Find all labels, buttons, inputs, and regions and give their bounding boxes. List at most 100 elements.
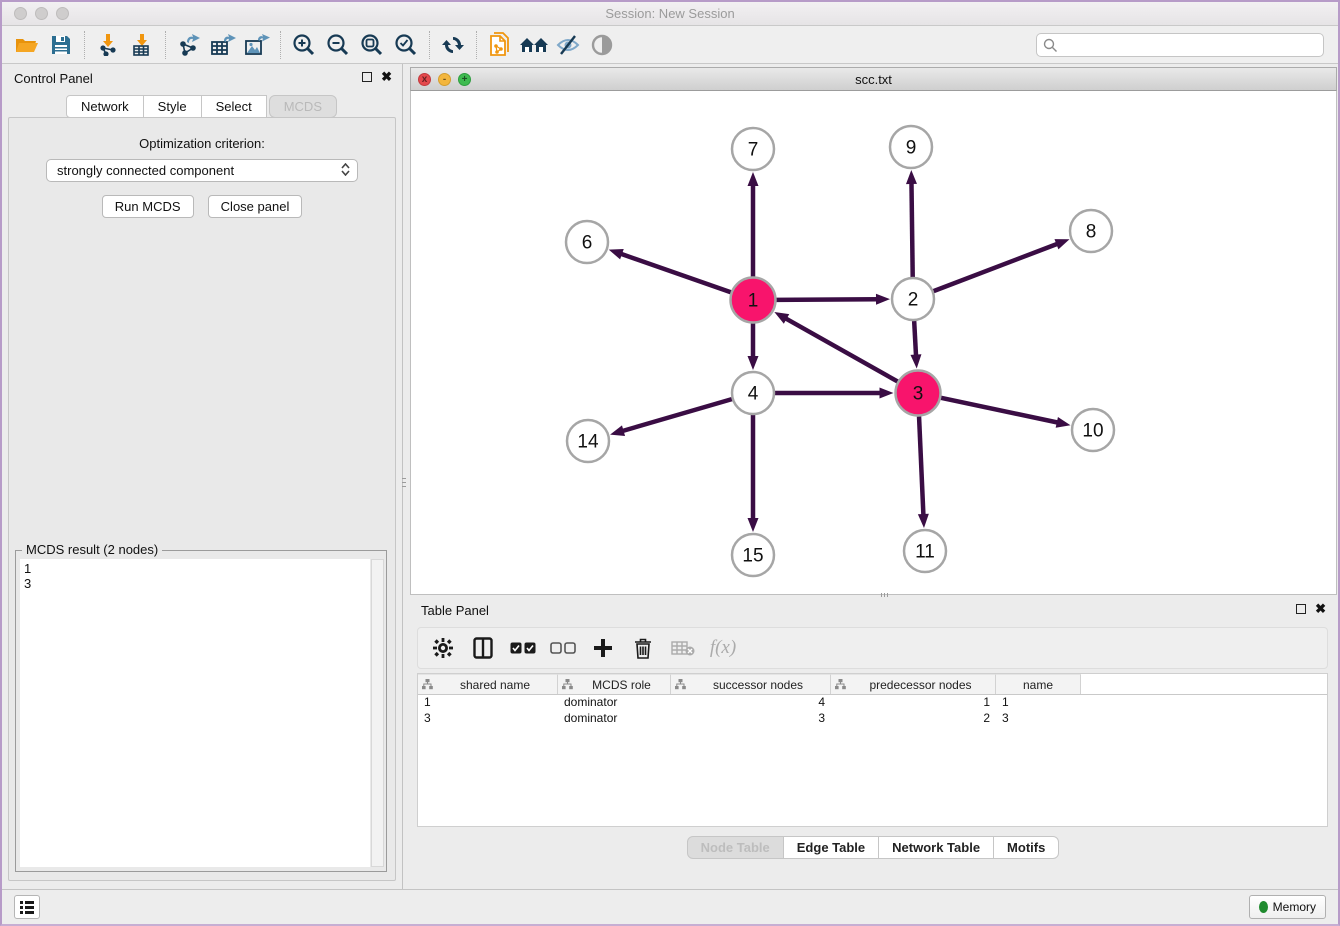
arrowhead-4-14 xyxy=(610,425,625,436)
cell-1-4[interactable]: 3 xyxy=(996,711,1081,727)
table-row[interactable]: 3dominator323 xyxy=(418,711,1327,727)
arrowhead-2-3 xyxy=(910,354,921,368)
run-mcds-button[interactable]: Run MCDS xyxy=(102,195,194,218)
save-icon xyxy=(51,35,71,55)
export-image-icon xyxy=(244,34,270,56)
tab-select[interactable]: Select xyxy=(201,95,267,118)
edge-2-3[interactable] xyxy=(914,321,916,357)
float-table-panel-icon[interactable] xyxy=(1296,604,1306,614)
select-all-button[interactable] xyxy=(510,635,536,661)
task-history-button[interactable] xyxy=(14,895,40,919)
import-network-button[interactable] xyxy=(91,29,125,61)
column-header-successor-nodes[interactable]: successor nodes xyxy=(671,674,831,694)
delete-table-button[interactable] xyxy=(670,635,696,661)
cell-1-2[interactable]: 3 xyxy=(671,711,831,727)
arrowhead-4-15 xyxy=(748,518,759,532)
open-session-button[interactable] xyxy=(10,29,44,61)
arrowhead-4-3 xyxy=(880,388,894,399)
panel-splitter-handle[interactable] xyxy=(401,470,407,494)
arrowhead-3-10 xyxy=(1056,417,1071,428)
cell-0-3[interactable]: 1 xyxy=(831,695,996,711)
edge-2-9[interactable] xyxy=(911,182,912,277)
add-column-button[interactable] xyxy=(590,635,616,661)
edge-2-8[interactable] xyxy=(934,243,1059,291)
show-all-button[interactable] xyxy=(517,29,551,61)
arrowhead-2-9 xyxy=(906,170,917,184)
zoom-out-button[interactable] xyxy=(321,29,355,61)
memory-button[interactable]: Memory xyxy=(1249,895,1326,919)
tab-network[interactable]: Network xyxy=(66,95,144,118)
hide-selected-button[interactable] xyxy=(551,29,585,61)
zoom-selected-button[interactable] xyxy=(389,29,423,61)
toolbar-separator xyxy=(476,31,477,59)
optimization-criterion-select[interactable]: strongly connected component xyxy=(46,159,358,182)
columns-icon xyxy=(473,637,493,659)
tab-motifs[interactable]: Motifs xyxy=(993,836,1059,859)
table-panel-header: Table Panel ✖ xyxy=(409,598,1338,624)
network-window-titlebar[interactable]: x - + scc.txt xyxy=(410,67,1337,91)
sitemap-icon xyxy=(835,679,846,690)
edge-1-6[interactable] xyxy=(620,254,731,293)
clone-network-button[interactable] xyxy=(483,29,517,61)
control-panel-tabs: NetworkStyleSelectMCDS xyxy=(2,95,402,118)
toolbar-separator xyxy=(84,31,85,59)
column-view-button[interactable] xyxy=(470,635,496,661)
column-header-shared-name[interactable]: shared name xyxy=(418,674,558,694)
tab-node-table[interactable]: Node Table xyxy=(687,836,784,859)
search-input[interactable] xyxy=(1058,38,1323,52)
mcds-result-box: MCDS result (2 nodes) 1 3 xyxy=(15,550,387,872)
plus-icon xyxy=(593,638,613,658)
close-panel-icon[interactable]: ✖ xyxy=(381,72,392,82)
node-label-4: 4 xyxy=(748,384,759,405)
cell-0-4[interactable]: 1 xyxy=(996,695,1081,711)
export-image-button[interactable] xyxy=(240,29,274,61)
save-session-button[interactable] xyxy=(44,29,78,61)
checked-boxes-icon xyxy=(510,642,536,655)
edge-3-11[interactable] xyxy=(919,416,923,516)
cell-0-2[interactable]: 4 xyxy=(671,695,831,711)
show-graphics-button[interactable] xyxy=(585,29,619,61)
export-table-button[interactable] xyxy=(206,29,240,61)
sitemap-icon xyxy=(562,679,573,690)
network-canvas[interactable]: 7968124314101511 xyxy=(410,91,1337,595)
close-panel-button[interactable]: Close panel xyxy=(208,195,303,218)
edge-1-2[interactable] xyxy=(776,299,878,300)
function-builder-button[interactable]: f(x) xyxy=(710,635,736,661)
toolbar-separator xyxy=(280,31,281,59)
cell-0-0[interactable]: 1 xyxy=(418,695,558,711)
tab-mcds[interactable]: MCDS xyxy=(269,95,337,118)
cell-1-0[interactable]: 3 xyxy=(418,711,558,727)
network-graph[interactable]: 7968124314101511 xyxy=(411,91,1340,593)
table-row[interactable]: 1dominator411 xyxy=(418,695,1327,711)
delete-column-button[interactable] xyxy=(630,635,656,661)
table-settings-button[interactable] xyxy=(430,635,456,661)
arrowhead-2-8 xyxy=(1054,239,1069,249)
zoom-fit-button[interactable] xyxy=(355,29,389,61)
tab-style[interactable]: Style xyxy=(143,95,202,118)
zoom-in-button[interactable] xyxy=(287,29,321,61)
column-header-name[interactable]: name xyxy=(996,674,1081,694)
window-titlebar: Session: New Session xyxy=(2,2,1338,26)
list-icon xyxy=(20,901,34,914)
edge-3-1[interactable] xyxy=(785,318,898,382)
deselect-all-button[interactable] xyxy=(550,635,576,661)
float-panel-icon[interactable] xyxy=(362,72,372,82)
column-header-predecessor-nodes[interactable]: predecessor nodes xyxy=(831,674,996,694)
result-scrollbar[interactable] xyxy=(371,559,384,867)
export-network-button[interactable] xyxy=(172,29,206,61)
cell-0-1[interactable]: dominator xyxy=(558,695,671,711)
cell-1-1[interactable]: dominator xyxy=(558,711,671,727)
tab-network-table[interactable]: Network Table xyxy=(878,836,994,859)
eye-icon xyxy=(590,33,614,57)
column-header-MCDS-role[interactable]: MCDS role xyxy=(558,674,671,694)
node-label-1: 1 xyxy=(748,291,759,312)
mcds-result-list[interactable]: 1 3 xyxy=(20,559,370,867)
edge-3-10[interactable] xyxy=(941,398,1059,423)
status-bar: Memory xyxy=(2,889,1338,924)
cell-1-3[interactable]: 2 xyxy=(831,711,996,727)
import-table-button[interactable] xyxy=(125,29,159,61)
tab-edge-table[interactable]: Edge Table xyxy=(783,836,879,859)
close-table-panel-icon[interactable]: ✖ xyxy=(1315,604,1326,614)
edge-4-14[interactable] xyxy=(622,399,732,431)
refresh-button[interactable] xyxy=(436,29,470,61)
